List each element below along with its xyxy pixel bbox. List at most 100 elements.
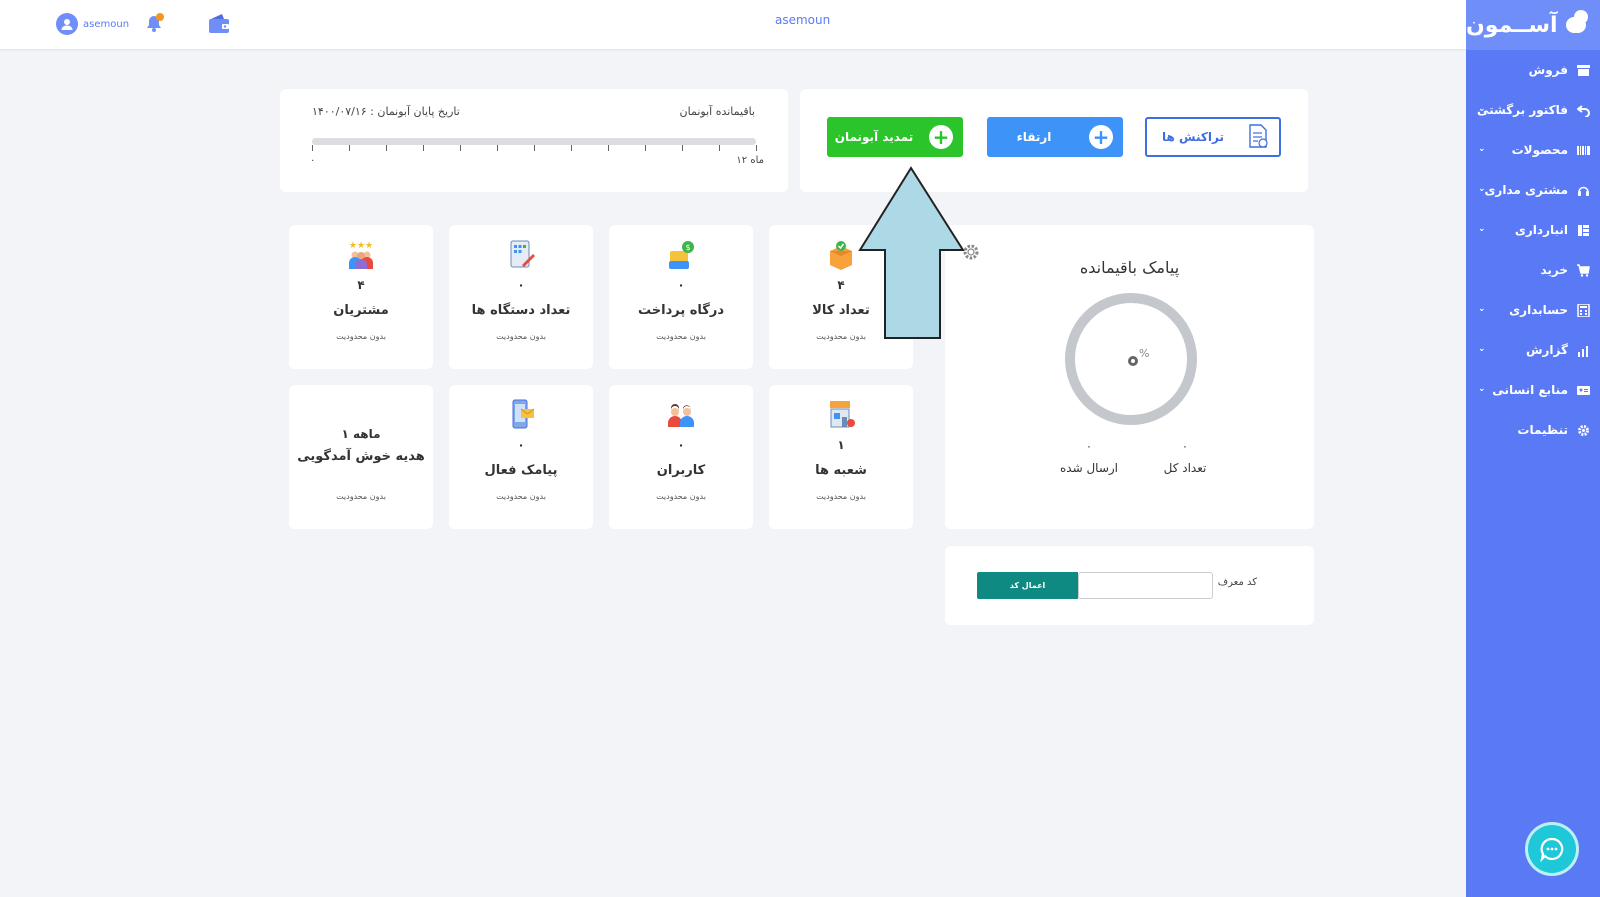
stat-note: بدون محدودیت: [336, 332, 386, 341]
stat-note: بدون محدودیت: [336, 492, 386, 501]
barcode-icon: [1576, 143, 1590, 157]
stat-value: ۰: [517, 278, 525, 292]
chevron-down-icon: ⌄: [1478, 384, 1486, 394]
stat-label: تعداد دستگاه ها: [471, 303, 571, 318]
stat-card-welcome-gift: ۱ ماهه هدیه خوش آمدگویی بدون محدودیت: [289, 385, 433, 529]
progress-tick: [607, 145, 609, 151]
stat-note: بدون محدودیت: [656, 332, 706, 341]
stat-label: مشتریان: [333, 303, 389, 318]
sidebar-item-label: فاکتور برگشتی: [1476, 103, 1568, 117]
id-card-icon: [1576, 383, 1590, 397]
notification-bell-icon[interactable]: [143, 12, 165, 38]
sidebar-item-label: مشتری مداری: [1484, 183, 1568, 197]
sidebar-item-warehouse[interactable]: ⌄ انبارداری: [1466, 210, 1600, 250]
sidebar-item-label: محصولات: [1511, 143, 1568, 157]
stat-card-customers: ★★★ ۴ مشتریان بدون محدودیت: [289, 225, 433, 369]
stat-value: ۰: [677, 278, 685, 292]
users-icon: [668, 404, 694, 427]
sidebar-item-label: منابع انسانی: [1492, 383, 1568, 397]
sidebar-item-crm[interactable]: ⌄ مشتری مداری: [1466, 170, 1600, 210]
subscription-end-date: تاریخ پایان آبونمان : ۱۴۰۰/۰۷/۱۶: [312, 105, 460, 118]
renew-subscription-button[interactable]: تمدید آبونمان +: [827, 117, 963, 157]
sms-remaining-card: پیامک باقیمانده % ۰ تعداد کل ۰ ارسال شده: [945, 225, 1314, 529]
wallet-icon[interactable]: [207, 12, 231, 40]
sidebar-nav: فروش ⌄ فاکتور برگشتی ⌄ محصولات ⌄ مشتری م…: [1466, 50, 1600, 450]
stat-note: بدون محدودیت: [496, 492, 546, 501]
sidebar-item-products[interactable]: ⌄ محصولات: [1466, 130, 1600, 170]
plus-circle-icon: +: [1089, 125, 1113, 149]
sidebar-item-purchase[interactable]: خرید: [1466, 250, 1600, 290]
stat-value: ۱: [837, 438, 845, 452]
sidebar: آســمون فروش ⌄ فاکتور برگشتی ⌄ محصولات ⌄…: [1466, 0, 1600, 897]
stat-card-branches: ۱ شعبه ها بدون محدودیت: [769, 385, 913, 529]
upgrade-button[interactable]: ارتقاء +: [987, 117, 1123, 157]
stat-note: بدون محدودیت: [816, 492, 866, 501]
progress-tick: [348, 145, 350, 151]
sms-total-value: ۰: [1182, 440, 1188, 453]
sidebar-item-sales[interactable]: فروش: [1466, 50, 1600, 90]
stat-label: پیامک فعال: [484, 463, 558, 478]
calculator-icon: [1576, 303, 1590, 317]
progress-tick: [534, 145, 535, 151]
sidebar-item-return-invoice[interactable]: ⌄ فاکتور برگشتی: [1466, 90, 1600, 130]
chevron-down-icon: ⌄: [1478, 104, 1486, 114]
sidebar-item-label: گزارش: [1525, 343, 1568, 357]
chat-support-button[interactable]: [1528, 825, 1576, 873]
sms-sent: ۰ ارسال شده: [1049, 440, 1129, 475]
gear-icon: [1576, 423, 1590, 437]
sms-total-label: تعداد کل: [1163, 461, 1207, 475]
chevron-down-icon: ⌄: [1478, 184, 1486, 194]
sidebar-item-label: حسابداری: [1509, 303, 1568, 317]
sidebar-item-hr[interactable]: ⌄ منابع انسانی: [1466, 370, 1600, 410]
sidebar-item-reports[interactable]: ⌄ گزارش: [1466, 330, 1600, 370]
sidebar-item-label: انبارداری: [1514, 223, 1568, 237]
sms-sent-label: ارسال شده: [1059, 461, 1118, 475]
cloud-logo-icon: [1565, 10, 1589, 33]
sidebar-item-label: فروش: [1528, 63, 1568, 77]
sidebar-item-accounting[interactable]: ⌄ حسابداری: [1466, 290, 1600, 330]
subscription-remaining-label: باقیمانده آبونمان: [679, 105, 755, 118]
sms-phone-icon: [512, 399, 535, 429]
warehouse-icon: [1576, 223, 1590, 237]
chevron-down-icon: ⌄: [1478, 224, 1486, 234]
logo-text: آســمون: [1466, 12, 1558, 38]
subscription-ticks: [312, 145, 757, 151]
stat-label: کاربران: [656, 463, 706, 478]
store-icon: [1576, 63, 1590, 77]
sms-total: ۰ تعداد کل: [1145, 440, 1225, 475]
transactions-button[interactable]: تراکنش ها: [1145, 117, 1281, 157]
range-max-label: ۱۲ ماه: [736, 155, 764, 166]
return-icon: [1576, 103, 1590, 117]
progress-tick: [682, 145, 683, 151]
range-min-label: ۰: [310, 155, 316, 166]
chevron-down-icon: ⌄: [1478, 304, 1486, 314]
progress-tick: [571, 145, 572, 151]
stat-card-payment-gateway: $ ۰ درگاه پرداخت بدون محدودیت: [609, 225, 753, 369]
product-box-icon: [830, 241, 852, 270]
user-avatar-icon: [56, 13, 78, 35]
stat-card-devices: ۰ تعداد دستگاه ها بدون محدودیت: [449, 225, 593, 369]
percent-symbol: %: [1139, 347, 1150, 360]
progress-tick: [719, 145, 720, 151]
sidebar-item-settings[interactable]: تنظیمات: [1466, 410, 1600, 450]
headset-icon: [1576, 183, 1590, 197]
subscription-progress-bar: [312, 138, 756, 145]
stat-card-active-sms: ۰ پیامک فعال بدون محدودیت: [449, 385, 593, 529]
stat-label: شعبه ها: [815, 463, 867, 478]
referral-code-input[interactable]: [1078, 572, 1213, 599]
chevron-down-icon: ⌄: [1478, 144, 1486, 154]
stat-value: ۴: [357, 278, 365, 292]
plus-circle-icon: +: [929, 125, 953, 149]
svg-text:★★★: ★★★: [349, 241, 373, 251]
transactions-button-label: تراکنش ها: [1162, 130, 1224, 144]
progress-tick: [423, 145, 424, 151]
logo[interactable]: آســمون: [1466, 0, 1600, 50]
stat-value: ۰: [677, 438, 685, 452]
apply-code-button[interactable]: اعمال کد: [977, 572, 1078, 599]
svg-text:$: $: [685, 243, 690, 252]
stat-note: بدون محدودیت: [496, 332, 546, 341]
user-menu[interactable]: asemoun: [56, 13, 129, 35]
stat-card-users: ۰ کاربران بدون محدودیت: [609, 385, 753, 529]
stat-note: بدون محدودیت: [656, 492, 706, 501]
stat-value: ۱ ماهه: [341, 427, 381, 441]
